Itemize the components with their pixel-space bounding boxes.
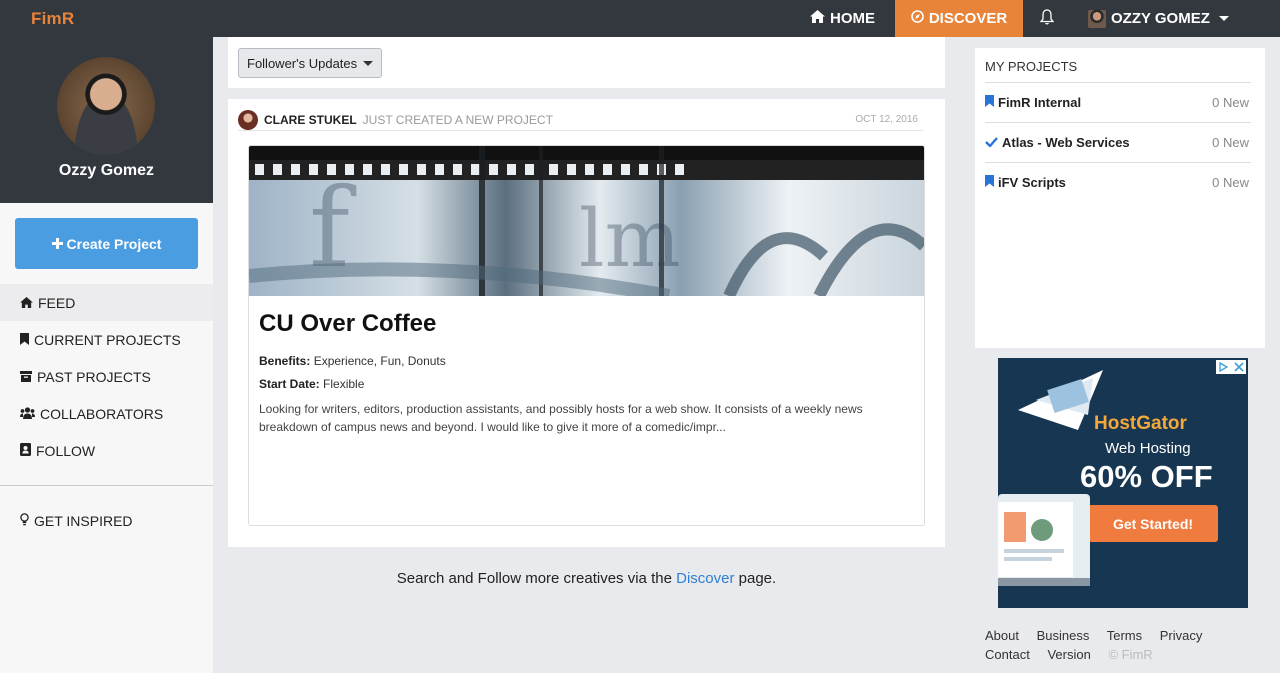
nav-home[interactable]: HOME bbox=[810, 0, 875, 37]
top-navbar: FimR HOME DISCOVER OZZY GOMEZ bbox=[0, 0, 1280, 37]
sidebar-item-collaborators[interactable]: COLLABORATORS bbox=[0, 395, 213, 432]
ad-brand: HostGator bbox=[1094, 413, 1187, 434]
create-project-button[interactable]: Create Project bbox=[15, 218, 198, 269]
my-projects-panel: MY PROJECTS FimR Internal 0 New Atlas - … bbox=[975, 48, 1265, 348]
sidebar-item-past-projects[interactable]: PAST PROJECTS bbox=[0, 358, 213, 395]
my-projects-title: MY PROJECTS bbox=[985, 59, 1078, 74]
discover-link[interactable]: Discover bbox=[676, 570, 734, 587]
benefits-label: Benefits: bbox=[259, 354, 311, 368]
my-project-row[interactable]: Atlas - Web Services 0 New bbox=[985, 122, 1251, 162]
footer-link-about[interactable]: About bbox=[985, 628, 1019, 643]
footer-link-privacy[interactable]: Privacy bbox=[1160, 628, 1203, 643]
footer-link-contact[interactable]: Contact bbox=[985, 647, 1030, 662]
my-project-row[interactable]: iFV Scripts 0 New bbox=[985, 162, 1251, 202]
footer-link-version[interactable]: Version bbox=[1047, 647, 1090, 662]
ad-subtitle: Web Hosting bbox=[1105, 440, 1191, 457]
brand-logo[interactable]: FimR bbox=[31, 9, 74, 29]
contact-icon bbox=[20, 442, 31, 459]
feed-date: OCT 12, 2016 bbox=[855, 114, 918, 125]
caret-down-icon bbox=[1218, 16, 1229, 21]
project-banner-image: f lm bbox=[249, 146, 924, 303]
feed-item-header: CLARE STUKEL JUST CREATED A NEW PROJECT … bbox=[238, 109, 923, 131]
caret-down-icon bbox=[363, 60, 374, 66]
feed-filter-dropdown[interactable]: Follower's Updates bbox=[238, 48, 383, 78]
feed-filter-label: Follower's Updates bbox=[247, 55, 358, 71]
my-project-count: 0 New bbox=[1212, 175, 1249, 190]
archive-icon bbox=[20, 369, 32, 385]
my-project-row[interactable]: FimR Internal 0 New bbox=[985, 82, 1251, 122]
feed-filter-bar: Follower's Updates bbox=[228, 37, 945, 88]
start-date-value: Flexible bbox=[323, 377, 365, 391]
avatar bbox=[1088, 9, 1106, 28]
nav-discover[interactable]: DISCOVER bbox=[895, 0, 1023, 37]
project-benefits: Benefits: Experience, Fun, Donuts bbox=[259, 354, 446, 368]
check-icon bbox=[985, 135, 998, 150]
bookmark-icon bbox=[985, 175, 994, 190]
bell-icon bbox=[1039, 8, 1055, 29]
feed-actor-name[interactable]: CLARE STUKEL bbox=[264, 113, 357, 127]
start-date-label: Start Date: bbox=[259, 377, 320, 391]
sidebar-item-feed[interactable]: FEED bbox=[0, 284, 213, 321]
users-icon bbox=[20, 406, 35, 422]
sidebar-divider bbox=[0, 485, 213, 486]
svg-text:lm: lm bbox=[579, 192, 680, 285]
project-start-date: Start Date: Flexible bbox=[259, 377, 364, 391]
sidebar-item-label: PAST PROJECTS bbox=[37, 368, 151, 385]
home-icon bbox=[810, 10, 825, 27]
lightbulb-icon bbox=[20, 512, 29, 529]
footer-links: About Business Terms Privacy Contact Ver… bbox=[985, 626, 1265, 664]
sidebar-item-current-projects[interactable]: CURRENT PROJECTS bbox=[0, 321, 213, 358]
my-project-count: 0 New bbox=[1212, 135, 1249, 150]
footer-copyright: © FimR bbox=[1108, 647, 1153, 662]
sidebar-item-follow[interactable]: FOLLOW bbox=[0, 432, 213, 469]
sidebar-item-label: FOLLOW bbox=[36, 442, 96, 459]
sidebar-item-label: GET INSPIRED bbox=[34, 512, 133, 529]
profile-name[interactable]: Ozzy Gomez bbox=[0, 162, 213, 180]
project-description: Looking for writers, editors, production… bbox=[259, 402, 863, 434]
compass-icon bbox=[911, 10, 924, 27]
user-menu[interactable]: OZZY GOMEZ bbox=[1088, 0, 1229, 37]
ad-choices-icon[interactable] bbox=[1216, 360, 1246, 374]
advertisement[interactable]: HostGator Web Hosting 60% OFF Get Starte… bbox=[998, 358, 1248, 608]
nav-home-label: HOME bbox=[830, 10, 875, 27]
discover-note-text: Search and Follow more creatives via the bbox=[396, 570, 672, 587]
home-icon bbox=[20, 295, 33, 311]
footer-link-terms[interactable]: Terms bbox=[1107, 628, 1142, 643]
footer-link-business[interactable]: Business bbox=[1037, 628, 1090, 643]
feed-item: CLARE STUKEL JUST CREATED A NEW PROJECT … bbox=[228, 99, 945, 547]
bookmark-icon bbox=[20, 332, 29, 348]
feed-action-text: JUST CREATED A NEW PROJECT bbox=[362, 112, 553, 127]
sidebar: Ozzy Gomez Create Project FEED CURRENT P… bbox=[0, 37, 213, 673]
discover-note: Search and Follow more creatives via the… bbox=[228, 570, 945, 587]
bookmark-icon bbox=[985, 95, 994, 110]
project-card[interactable]: f lm CU Over Coffee Benefits: Experience… bbox=[248, 145, 925, 526]
create-project-label: Create Project bbox=[66, 235, 162, 252]
my-project-name: FimR Internal bbox=[998, 95, 1082, 110]
sidebar-item-label: CURRENT PROJECTS bbox=[34, 331, 181, 348]
profile-avatar[interactable] bbox=[57, 57, 155, 155]
sidebar-item-label: FEED bbox=[38, 294, 76, 311]
user-menu-label: OZZY GOMEZ bbox=[1111, 10, 1210, 27]
my-project-name: Atlas - Web Services bbox=[1002, 135, 1130, 150]
sidebar-item-get-inspired[interactable]: GET INSPIRED bbox=[0, 502, 213, 539]
my-project-count: 0 New bbox=[1212, 95, 1249, 110]
profile-header: Ozzy Gomez bbox=[0, 37, 213, 203]
benefits-value: Experience, Fun, Donuts bbox=[313, 354, 446, 368]
project-title[interactable]: CU Over Coffee bbox=[259, 310, 436, 338]
avatar[interactable] bbox=[238, 109, 258, 130]
plus-icon bbox=[51, 236, 63, 252]
sidebar-item-label: COLLABORATORS bbox=[40, 405, 164, 422]
ad-cta-button[interactable]: Get Started! bbox=[1088, 505, 1218, 542]
my-project-name: iFV Scripts bbox=[998, 175, 1066, 190]
discover-note-suffix: page. bbox=[738, 570, 777, 587]
ad-offer: 60% OFF bbox=[1080, 459, 1213, 494]
nav-discover-label: DISCOVER bbox=[928, 10, 1008, 27]
notifications-button[interactable] bbox=[1038, 0, 1056, 37]
laptop-icon bbox=[998, 494, 1090, 586]
